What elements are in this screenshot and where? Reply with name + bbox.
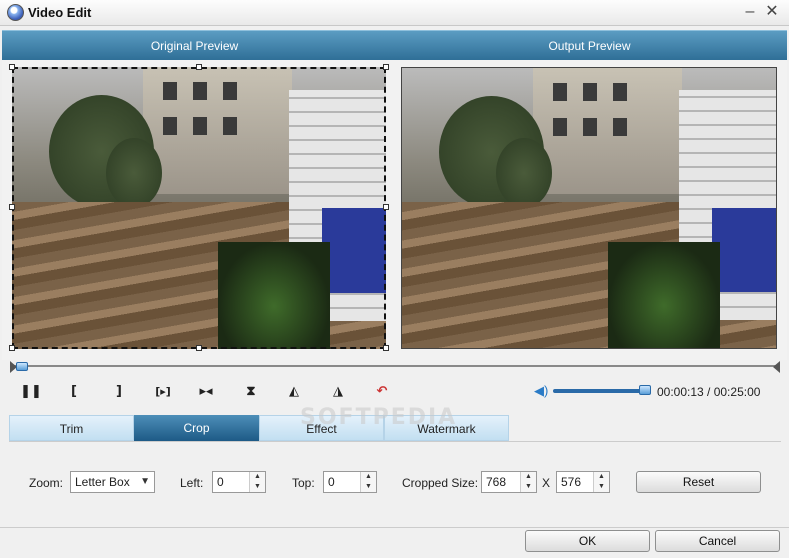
speaker-icon[interactable]: ◀): [534, 384, 550, 398]
cropped-size-label: Cropped Size:: [402, 476, 479, 490]
edit-tabs: Trim Crop Effect Watermark: [9, 415, 781, 441]
skip-icon[interactable]: ▸◂: [195, 383, 217, 401]
crop-handle-bottom[interactable]: [196, 345, 202, 351]
split-icon[interactable]: ⧗: [240, 383, 262, 401]
set-end-icon[interactable]: ]: [108, 383, 130, 401]
timeline-slider[interactable]: [10, 360, 780, 374]
undo-icon[interactable]: ↶: [371, 383, 393, 401]
crop-handle-top[interactable]: [196, 64, 202, 70]
window-title: Video Edit: [28, 5, 92, 20]
width-value: 768: [486, 475, 507, 489]
width-spinbox[interactable]: 768 ▲ ▼: [481, 471, 537, 493]
crop-handle-top-left[interactable]: [9, 64, 15, 70]
tab-trim[interactable]: Trim: [9, 415, 134, 441]
top-value: 0: [328, 475, 335, 489]
reset-button[interactable]: Reset: [636, 471, 761, 493]
spin-arrows-icon[interactable]: ▲ ▼: [360, 472, 376, 492]
cancel-button[interactable]: Cancel: [655, 530, 780, 552]
time-display: 00:00:13 / 00:25:00: [657, 385, 761, 399]
original-video-frame[interactable]: [12, 67, 386, 349]
flip-left-icon[interactable]: ◭: [283, 383, 305, 401]
preview-header: Original Preview Output Preview: [2, 30, 787, 60]
zoom-label: Zoom:: [29, 476, 64, 490]
volume-slider[interactable]: [553, 389, 651, 393]
close-icon[interactable]: ✕: [762, 3, 782, 21]
output-video-frame: [401, 67, 777, 349]
trim-end-marker[interactable]: [773, 361, 780, 373]
tab-crop[interactable]: Crop: [134, 415, 259, 441]
left-value: 0: [217, 475, 224, 489]
crop-handle-top-right[interactable]: [383, 64, 389, 70]
ok-button[interactable]: OK: [525, 530, 650, 552]
tab-effect[interactable]: Effect: [259, 415, 384, 441]
height-value: 576: [561, 475, 582, 489]
spin-arrows-icon[interactable]: ▲ ▼: [520, 472, 536, 492]
tab-watermark[interactable]: Watermark: [384, 415, 509, 441]
output-preview-label: Output Preview: [548, 39, 631, 53]
crop-handle-bottom-left[interactable]: [9, 345, 15, 351]
spin-arrows-icon[interactable]: ▲ ▼: [249, 472, 265, 492]
top-spinbox[interactable]: 0 ▲ ▼: [323, 471, 377, 493]
timeline-handle[interactable]: [16, 362, 28, 371]
title-bar: Video Edit – ✕: [0, 0, 789, 26]
top-label: Top:: [292, 476, 315, 490]
set-start-icon[interactable]: [: [63, 383, 85, 401]
flip-right-icon[interactable]: ◮: [327, 383, 349, 401]
zoom-select-value: Letter Box: [75, 475, 130, 489]
chevron-down-icon: ▼: [140, 476, 150, 487]
crop-handle-bottom-right[interactable]: [383, 345, 389, 351]
timeline-track[interactable]: [12, 365, 778, 367]
zoom-select[interactable]: Letter Box ▼: [70, 471, 155, 493]
minimize-icon[interactable]: –: [740, 3, 760, 21]
left-label: Left:: [180, 476, 204, 490]
left-spinbox[interactable]: 0 ▲ ▼: [212, 471, 266, 493]
crop-handle-left[interactable]: [9, 204, 15, 210]
original-preview-label: Original Preview: [150, 39, 239, 53]
crop-handle-right[interactable]: [383, 204, 389, 210]
next-frame-icon[interactable]: [▸]: [150, 383, 176, 401]
pause-icon[interactable]: ❚❚: [20, 383, 42, 401]
spin-arrows-icon[interactable]: ▲ ▼: [593, 472, 609, 492]
app-disc-icon: [7, 4, 24, 21]
volume-handle[interactable]: [639, 385, 651, 395]
height-spinbox[interactable]: 576 ▲ ▼: [556, 471, 610, 493]
size-separator: X: [542, 476, 551, 490]
